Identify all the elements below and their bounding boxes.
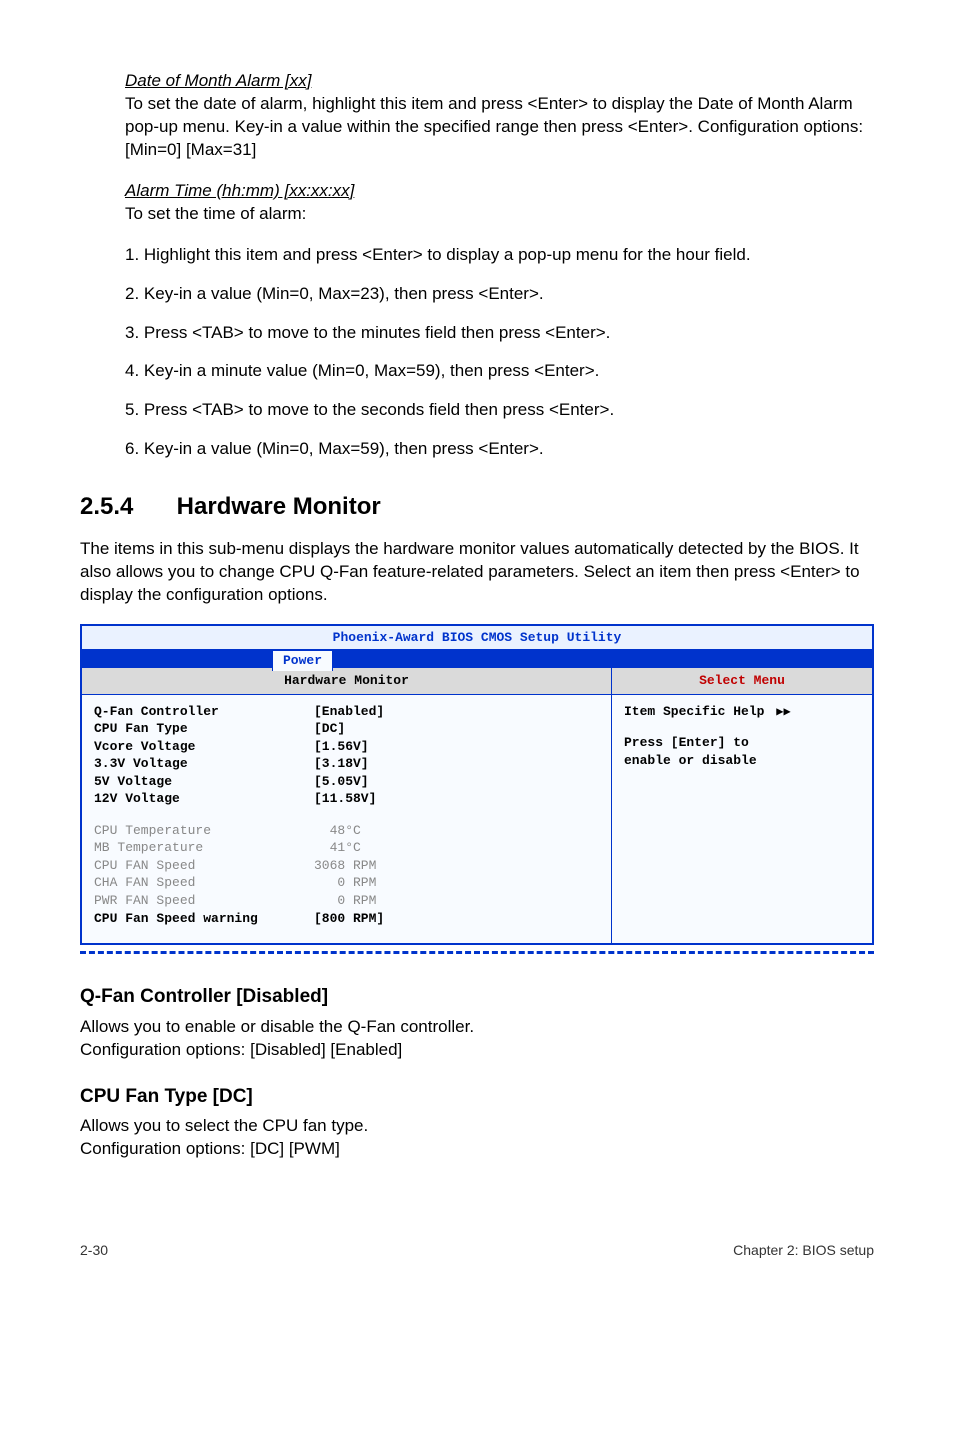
step-item: 4. Key-in a minute value (Min=0, Max=59)… — [125, 360, 874, 383]
double-arrow-icon: ▶▶ — [776, 705, 790, 719]
cpufan-para: Allows you to select the CPU fan type. C… — [80, 1115, 874, 1161]
bios-value: [Enabled] — [314, 703, 599, 721]
bios-row[interactable]: CPU Fan Speed warning[800 RPM] — [94, 910, 599, 928]
bios-value: 48°C — [314, 822, 599, 840]
bios-value: [800 RPM] — [314, 910, 599, 928]
bios-label: PWR FAN Speed — [94, 892, 314, 910]
bios-row: CHA FAN Speed 0 RPM — [94, 874, 599, 892]
bios-label: CPU Fan Speed warning — [94, 910, 314, 928]
bios-help-text: enable or disable — [624, 752, 860, 770]
bios-row: PWR FAN Speed 0 RPM — [94, 892, 599, 910]
bios-value: 0 RPM — [314, 874, 599, 892]
bios-row: CPU FAN Speed3068 RPM — [94, 857, 599, 875]
bios-value: [5.05V] — [314, 773, 599, 791]
section-title: Hardware Monitor — [177, 493, 381, 520]
bios-row[interactable]: CPU Fan Type[DC] — [94, 720, 599, 738]
bios-label: CHA FAN Speed — [94, 874, 314, 892]
bios-row: CPU Temperature 48°C — [94, 822, 599, 840]
bios-value: [3.18V] — [314, 755, 599, 773]
date-alarm-para: To set the date of alarm, highlight this… — [125, 93, 874, 162]
bios-row[interactable]: 3.3V Voltage[3.18V] — [94, 755, 599, 773]
bios-label: 5V Voltage — [94, 773, 314, 791]
bios-label: Vcore Voltage — [94, 738, 314, 756]
bios-row[interactable]: Vcore Voltage[1.56V] — [94, 738, 599, 756]
bios-label: 3.3V Voltage — [94, 755, 314, 773]
footer-page-number: 2-30 — [80, 1241, 108, 1260]
bios-row[interactable]: 5V Voltage[5.05V] — [94, 773, 599, 791]
page-footer: 2-30 Chapter 2: BIOS setup — [80, 1241, 874, 1260]
bios-help-text: Press [Enter] to — [624, 734, 860, 752]
bios-label: Q-Fan Controller — [94, 703, 314, 721]
step-item: 5. Press <TAB> to move to the seconds fi… — [125, 399, 874, 422]
bios-value: 0 RPM — [314, 892, 599, 910]
bios-label: CPU FAN Speed — [94, 857, 314, 875]
footer-chapter: Chapter 2: BIOS setup — [733, 1241, 874, 1260]
bios-row[interactable]: 12V Voltage[11.58V] — [94, 790, 599, 808]
bios-value: 41°C — [314, 839, 599, 857]
step-item: 2. Key-in a value (Min=0, Max=23), then … — [125, 283, 874, 306]
bios-right-pane: Item Specific Help ▶▶ Press [Enter] to e… — [612, 695, 872, 944]
bios-row[interactable]: Q-Fan Controller[Enabled] — [94, 703, 599, 721]
bios-label: MB Temperature — [94, 839, 314, 857]
alarm-time-heading: Alarm Time (hh:mm) [xx:xx:xx] — [125, 180, 874, 203]
bios-title: Phoenix-Award BIOS CMOS Setup Utility — [82, 626, 872, 650]
bios-label: CPU Temperature — [94, 822, 314, 840]
section-intro: The items in this sub-menu displays the … — [80, 538, 874, 607]
bios-tab-row: Power — [82, 650, 872, 668]
qfan-heading: Q-Fan Controller [Disabled] — [80, 984, 874, 1010]
cpufan-heading: CPU Fan Type [DC] — [80, 1084, 874, 1110]
bios-row: MB Temperature 41°C — [94, 839, 599, 857]
bios-label: 12V Voltage — [94, 790, 314, 808]
dashed-divider — [80, 951, 874, 954]
step-item: 6. Key-in a value (Min=0, Max=59), then … — [125, 438, 874, 461]
step-item: 1. Highlight this item and press <Enter>… — [125, 244, 874, 267]
bios-value: 3068 RPM — [314, 857, 599, 875]
bios-help-item: Item Specific Help — [624, 704, 764, 719]
bios-value: [DC] — [314, 720, 599, 738]
bios-tab-power[interactable]: Power — [272, 650, 333, 671]
step-item: 3. Press <TAB> to move to the minutes fi… — [125, 322, 874, 345]
bios-value: [1.56V] — [314, 738, 599, 756]
bios-panel-title: Hardware Monitor — [82, 668, 612, 694]
steps-list: 1. Highlight this item and press <Enter>… — [125, 244, 874, 462]
alarm-time-para: To set the time of alarm: — [125, 203, 874, 226]
bios-panel: Phoenix-Award BIOS CMOS Setup Utility Po… — [80, 624, 874, 945]
bios-left-pane: Q-Fan Controller[Enabled] CPU Fan Type[D… — [82, 695, 612, 944]
bios-help-title: Select Menu — [612, 668, 872, 694]
bios-label: CPU Fan Type — [94, 720, 314, 738]
qfan-para: Allows you to enable or disable the Q-Fa… — [80, 1016, 874, 1062]
bios-value: [11.58V] — [314, 790, 599, 808]
section-heading: 2.5.4 Hardware Monitor — [80, 491, 874, 523]
section-number: 2.5.4 — [80, 491, 170, 523]
date-alarm-heading: Date of Month Alarm [xx] — [125, 70, 874, 93]
